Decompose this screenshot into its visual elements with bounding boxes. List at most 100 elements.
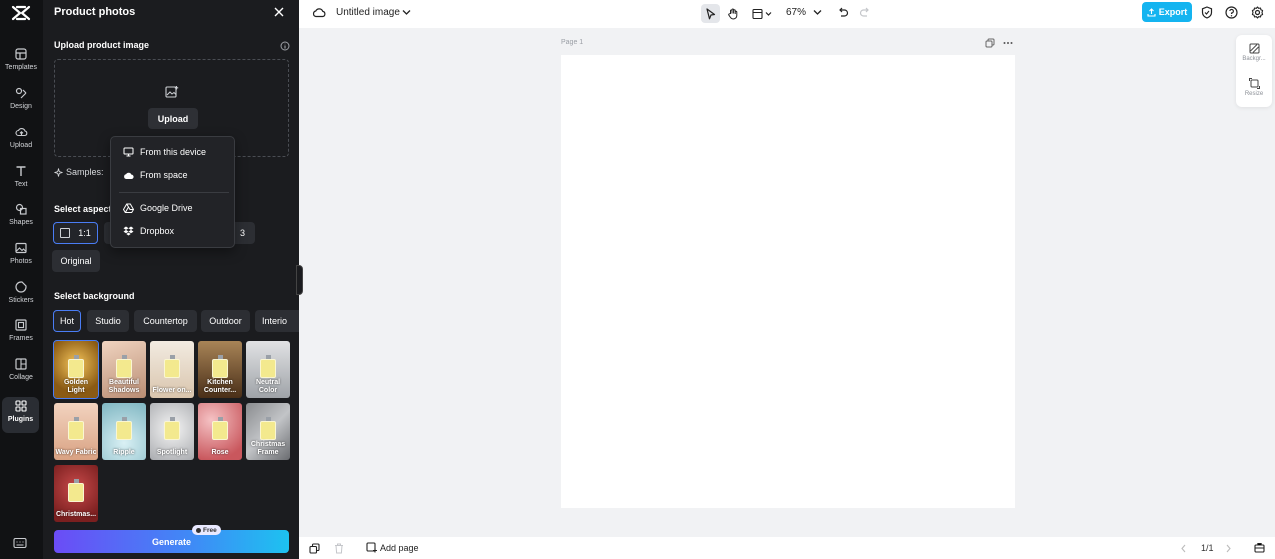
- aspect-1-1-option[interactable]: 1:1: [53, 222, 98, 244]
- product-thumbnail: [212, 355, 228, 378]
- tab-interior[interactable]: Interio: [255, 310, 299, 332]
- info-icon[interactable]: [280, 41, 290, 51]
- menu-item-google-drive[interactable]: Google Drive: [123, 203, 193, 213]
- document-title[interactable]: Untitled image: [336, 7, 400, 18]
- briefcase-icon[interactable]: [1254, 542, 1265, 553]
- tab-outdoor[interactable]: Outdoor: [201, 310, 250, 332]
- next-page-icon[interactable]: [1225, 544, 1232, 553]
- hand-tool[interactable]: [723, 4, 742, 23]
- upload-cloud-icon: [14, 123, 28, 141]
- monitor-icon: [123, 147, 134, 157]
- product-thumbnail: [212, 417, 228, 440]
- tile-label: Wavy Fabric: [55, 449, 97, 456]
- export-icon: [1147, 7, 1156, 17]
- tab-studio[interactable]: Studio: [87, 310, 129, 332]
- upload-button[interactable]: Upload: [148, 108, 198, 129]
- samples-row: Samples:: [54, 167, 104, 177]
- aspect-label: 3: [239, 228, 245, 238]
- rail-label: Photos: [10, 258, 32, 265]
- chevron-down-icon[interactable]: [402, 9, 411, 16]
- capcut-logo[interactable]: [11, 4, 31, 22]
- tab-hot[interactable]: Hot: [53, 310, 81, 332]
- prev-page-icon[interactable]: [1180, 544, 1187, 553]
- select-tool[interactable]: [701, 4, 720, 23]
- undo-icon[interactable]: [837, 6, 849, 18]
- zoom-level[interactable]: 67%: [786, 7, 806, 18]
- menu-item-label: Dropbox: [140, 226, 175, 236]
- top-toolbar: Untitled image 67% Export: [299, 0, 1275, 28]
- help-icon[interactable]: [1225, 6, 1238, 19]
- rail-templates[interactable]: Templates: [1, 45, 41, 81]
- menu-item-from-space[interactable]: From space: [123, 170, 188, 180]
- plugins-icon: [14, 397, 27, 415]
- rail-collage[interactable]: Collage: [1, 355, 41, 391]
- free-badge: Free: [192, 525, 221, 535]
- free-label: Free: [203, 526, 217, 534]
- background-tool-label: Backgr...: [1242, 56, 1266, 62]
- frames-icon: [15, 316, 27, 334]
- background-golden-light[interactable]: Golden Light: [53, 340, 99, 399]
- resize-tool-label: Resize: [1244, 91, 1264, 97]
- product-thumbnail: [164, 417, 180, 440]
- background-ripple[interactable]: Ripple: [102, 403, 146, 460]
- add-image-icon: [165, 86, 179, 98]
- cloud-icon: [124, 172, 134, 179]
- frame-tool[interactable]: [749, 4, 775, 23]
- background-christmas[interactable]: Christmas...: [54, 465, 98, 522]
- rail-shapes[interactable]: Shapes: [1, 200, 41, 236]
- close-icon[interactable]: [273, 6, 285, 18]
- product-thumbnail: [260, 355, 276, 378]
- rail-design[interactable]: Design: [1, 84, 41, 120]
- samples-label: Samples:: [66, 167, 104, 177]
- background-neutral-color[interactable]: Neutral Color: [246, 341, 290, 398]
- rail-upload[interactable]: Upload: [1, 123, 41, 159]
- background-christmas-frame[interactable]: Christmas Frame: [246, 403, 290, 460]
- rail-photos[interactable]: Photos: [1, 239, 41, 275]
- redo-icon[interactable]: [859, 6, 871, 18]
- background-flower-on[interactable]: Flower on...: [150, 341, 194, 398]
- canvas-page[interactable]: [561, 55, 1015, 508]
- trash-icon[interactable]: [334, 543, 344, 554]
- resize-tool[interactable]: Resize: [1236, 78, 1272, 97]
- background-wavy-fabric[interactable]: Wavy Fabric: [54, 403, 98, 460]
- background-beautiful-shadows[interactable]: Beautiful Shadows: [102, 341, 146, 398]
- rail-frames[interactable]: Frames: [1, 316, 41, 352]
- cursor-icon: [706, 7, 716, 19]
- hand-icon: [727, 8, 737, 19]
- menu-item-from-this-device[interactable]: From this device: [123, 147, 206, 157]
- tile-label: Golden Light: [63, 379, 89, 394]
- menu-item-label: From this device: [140, 147, 207, 157]
- product-photos-panel: Product photos Upload product image Uplo…: [43, 0, 299, 559]
- settings-gear-icon[interactable]: [1251, 6, 1264, 19]
- coin-icon: [196, 527, 201, 533]
- keyboard-icon[interactable]: [13, 537, 27, 549]
- generate-button[interactable]: Generate: [54, 530, 289, 553]
- rail-label: Templates: [5, 64, 37, 71]
- cloud-sync-icon[interactable]: [312, 6, 326, 19]
- background-kitchen-counter[interactable]: Kitchen Counter...: [198, 341, 242, 398]
- rail-plugins[interactable]: Plugins: [2, 397, 39, 433]
- menu-item-dropbox[interactable]: Dropbox: [123, 226, 174, 236]
- duplicate-page-icon[interactable]: [985, 38, 995, 48]
- shapes-icon: [15, 200, 27, 218]
- zoom-chevron-down-icon[interactable]: [813, 9, 822, 16]
- export-button[interactable]: Export: [1142, 2, 1192, 22]
- collage-icon: [15, 355, 27, 373]
- upload-source-menu: From this device From space Google Drive…: [110, 136, 235, 248]
- add-page-button[interactable]: Add page: [366, 542, 419, 553]
- background-tool[interactable]: Backgr...: [1236, 43, 1272, 62]
- panel-collapse-handle[interactable]: [296, 265, 303, 295]
- tab-countertop[interactable]: Countertop: [134, 310, 197, 332]
- google-drive-icon: [123, 203, 134, 213]
- more-options-icon[interactable]: [1003, 41, 1013, 45]
- frame-icon: [752, 8, 772, 19]
- tile-label: Kitchen Counter...: [203, 379, 237, 394]
- background-spotlight[interactable]: Spotlight: [150, 403, 194, 460]
- photos-icon: [15, 239, 27, 257]
- aspect-original-option[interactable]: Original: [52, 250, 100, 272]
- rail-stickers[interactable]: Stickers: [1, 278, 41, 314]
- rail-text[interactable]: Text: [1, 162, 41, 198]
- shield-icon[interactable]: [1201, 6, 1213, 19]
- duplicate-icon[interactable]: [309, 543, 320, 554]
- background-rose[interactable]: Rose: [198, 403, 242, 460]
